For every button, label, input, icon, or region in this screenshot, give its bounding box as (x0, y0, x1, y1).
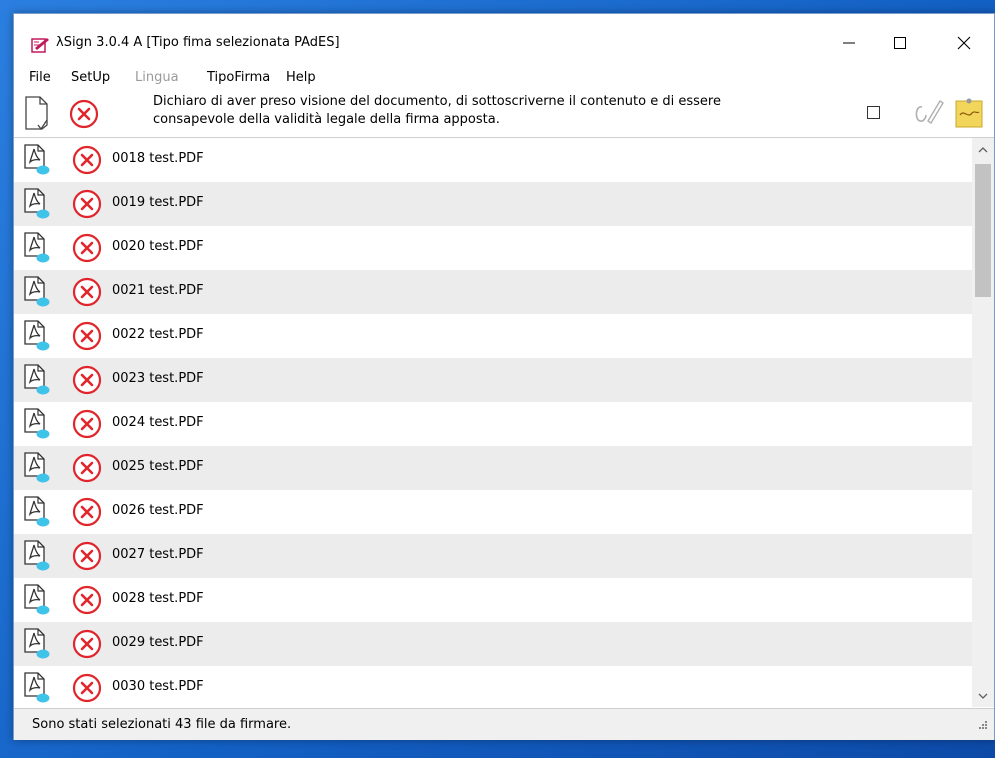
list-item[interactable]: 0023 test.PDF (14, 358, 972, 402)
vertical-scrollbar[interactable] (972, 138, 994, 707)
pdf-file-icon (23, 672, 53, 707)
scroll-up-button[interactable] (972, 138, 994, 160)
list-item[interactable]: 0026 test.PDF (14, 490, 972, 534)
declaration-checkbox[interactable] (867, 106, 880, 119)
list-item[interactable]: 0030 test.PDF (14, 666, 972, 707)
close-icon (957, 36, 971, 50)
error-icon[interactable] (72, 541, 102, 575)
file-name: 0026 test.PDF (112, 503, 204, 518)
error-icon[interactable] (72, 585, 102, 619)
app-window: λSign 3.0.4 A [Tipo fima selezionata PAd… (13, 13, 995, 740)
list-item[interactable]: 0029 test.PDF (14, 622, 972, 666)
error-icon[interactable] (72, 497, 102, 531)
minimize-icon (843, 42, 855, 44)
pdf-file-icon (23, 496, 53, 532)
file-name: 0030 test.PDF (112, 679, 204, 694)
file-name: 0021 test.PDF (112, 283, 204, 298)
minimize-button[interactable] (829, 30, 869, 56)
document-icon[interactable] (24, 95, 50, 135)
error-icon[interactable] (72, 145, 102, 179)
error-icon[interactable] (72, 673, 102, 707)
error-icon[interactable] (72, 365, 102, 399)
pdf-file-icon (23, 584, 53, 620)
list-item[interactable]: 0022 test.PDF (14, 314, 972, 358)
pdf-file-icon (23, 364, 53, 400)
status-text: Sono stati selezionati 43 file da firmar… (32, 717, 292, 732)
window-title: λSign 3.0.4 A [Tipo fima selezionata PAd… (56, 35, 340, 50)
list-item[interactable]: 0027 test.PDF (14, 534, 972, 578)
file-name: 0020 test.PDF (112, 239, 204, 254)
file-name: 0024 test.PDF (112, 415, 204, 430)
file-list[interactable]: 0018 test.PDF 0019 test.PDF 0020 test.PD… (14, 138, 994, 707)
list-item[interactable]: 0028 test.PDF (14, 578, 972, 622)
menu-bar: File SetUp Lingua TipoFirma Help (14, 67, 994, 89)
chevron-down-icon (978, 693, 988, 699)
list-item[interactable]: 0021 test.PDF (14, 270, 972, 314)
declaration-line-1: Dichiaro di aver preso visione del docum… (153, 94, 721, 109)
file-name: 0025 test.PDF (112, 459, 204, 474)
file-name: 0018 test.PDF (112, 151, 204, 166)
pdf-file-icon (23, 144, 53, 180)
close-button[interactable] (944, 30, 984, 56)
app-pen-icon (31, 36, 51, 54)
menu-file[interactable]: File (29, 70, 51, 85)
declaration-text: Dichiaro di aver preso visione del docum… (153, 93, 833, 129)
error-icon[interactable] (72, 321, 102, 355)
pdf-file-icon (23, 628, 53, 664)
scroll-down-button[interactable] (972, 685, 994, 707)
pdf-file-icon (23, 232, 53, 268)
file-name: 0022 test.PDF (112, 327, 204, 342)
file-name: 0028 test.PDF (112, 591, 204, 606)
pdf-file-icon (23, 276, 53, 312)
chevron-up-icon (978, 146, 988, 152)
status-bar: Sono stati selezionati 43 file da firmar… (14, 708, 994, 740)
file-name: 0023 test.PDF (112, 371, 204, 386)
error-icon[interactable] (72, 629, 102, 663)
pdf-file-icon (23, 320, 53, 356)
error-icon[interactable] (69, 99, 99, 133)
file-name: 0027 test.PDF (112, 547, 204, 562)
title-bar[interactable]: λSign 3.0.4 A [Tipo fima selezionata PAd… (14, 14, 994, 66)
resize-grip-icon[interactable] (978, 715, 988, 734)
list-item[interactable]: 0018 test.PDF (14, 138, 972, 182)
pdf-file-icon (23, 452, 53, 488)
error-icon[interactable] (72, 189, 102, 223)
maximize-button[interactable] (880, 30, 920, 56)
scrollbar-thumb[interactable] (975, 164, 991, 297)
menu-tipofirma[interactable]: TipoFirma (207, 70, 270, 85)
list-item[interactable]: 0020 test.PDF (14, 226, 972, 270)
menu-help[interactable]: Help (286, 70, 316, 85)
error-icon[interactable] (72, 453, 102, 487)
toolbar: Dichiaro di aver preso visione del docum… (14, 89, 994, 138)
list-item[interactable]: 0024 test.PDF (14, 402, 972, 446)
error-icon[interactable] (72, 233, 102, 267)
pdf-file-icon (23, 408, 53, 444)
error-icon[interactable] (72, 277, 102, 311)
menu-setup[interactable]: SetUp (71, 70, 110, 85)
list-item[interactable]: 0025 test.PDF (14, 446, 972, 490)
list-item[interactable]: 0019 test.PDF (14, 182, 972, 226)
file-name: 0029 test.PDF (112, 635, 204, 650)
declaration-line-2: consapevole della validità legale della … (153, 112, 500, 127)
sticky-note-icon[interactable] (954, 95, 984, 133)
maximize-icon (894, 37, 906, 49)
pdf-file-icon (23, 188, 53, 224)
error-icon[interactable] (72, 409, 102, 443)
pdf-file-icon (23, 540, 53, 576)
signature-icon[interactable] (912, 97, 946, 131)
file-name: 0019 test.PDF (112, 195, 204, 210)
menu-lingua: Lingua (135, 70, 179, 85)
